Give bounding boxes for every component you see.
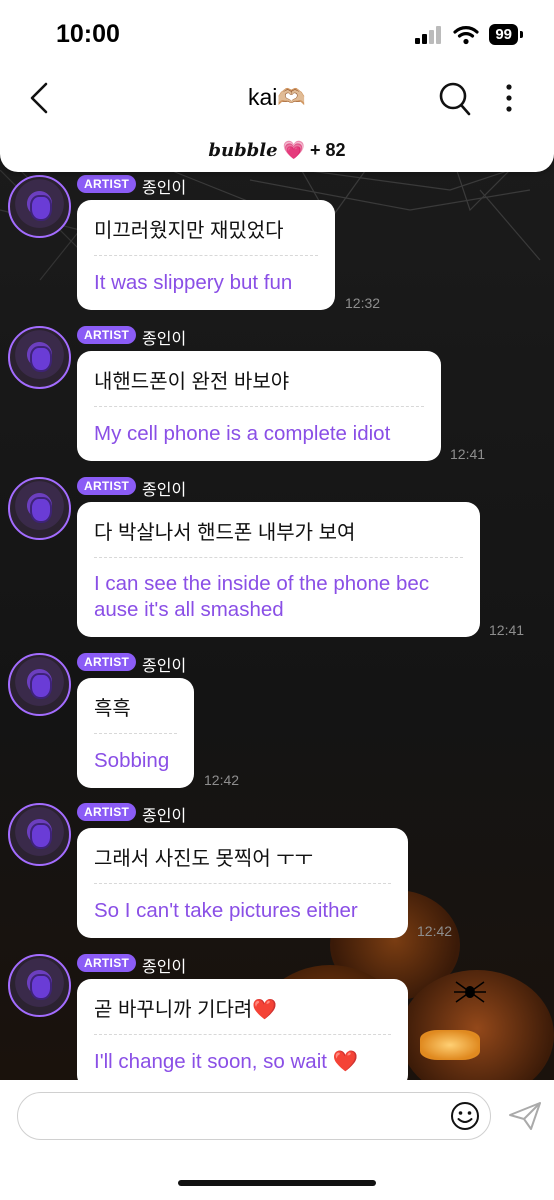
mask-icon: [30, 673, 52, 699]
bubble-count: + 82: [310, 140, 346, 160]
send-icon[interactable]: [507, 1100, 543, 1132]
home-indicator: [178, 1180, 376, 1186]
message-text: 미끄러웠지만 재밌었다: [94, 220, 284, 242]
mask-icon: [30, 346, 52, 372]
message-bubble[interactable]: 다 박살나서 핸드폰 내부가 보여 I can see the inside o…: [77, 502, 480, 637]
chat-header: 10:00 99 kai🫶🏼 bubble 💗 + 82: [0, 0, 554, 172]
sender-name: 종인이: [142, 959, 187, 976]
message-translation: So I can't take pictures either: [94, 899, 358, 922]
message-text: 내핸드폰이 완전 바보야: [94, 371, 290, 393]
spider-icon: [454, 981, 486, 1003]
sender-name: 종인이: [142, 482, 187, 499]
more-vertical-icon[interactable]: [498, 82, 520, 116]
message-text: 다 박살나서 핸드폰 내부가 보여: [94, 522, 356, 544]
message-time: 12:32: [345, 295, 381, 311]
sender-name: 종인이: [142, 180, 187, 197]
artist-badge: ARTIST: [77, 477, 137, 495]
message-bubble[interactable]: 흑흑 Sobbing: [77, 678, 194, 788]
message-time: 12:41: [489, 622, 525, 638]
sender-name: 종인이: [142, 658, 187, 675]
artist-badge: ARTIST: [77, 954, 137, 972]
sender-name: 종인이: [142, 331, 187, 348]
status-time: 10:00: [56, 20, 120, 48]
search-icon[interactable]: [438, 80, 472, 118]
avatar[interactable]: [8, 326, 71, 389]
mask-icon: [30, 195, 52, 221]
divider: [94, 255, 318, 256]
message-translation: It was slippery but fun: [94, 271, 293, 294]
message-translation: I can see the inside of the phone bec au…: [94, 572, 430, 621]
divider: [94, 1034, 391, 1035]
bubble-banner: bubble 💗 + 82: [0, 140, 554, 161]
message-text: 흑흑: [94, 698, 131, 720]
mask-icon: [30, 974, 52, 1000]
avatar[interactable]: [8, 954, 71, 1017]
artist-badge: ARTIST: [77, 653, 137, 671]
avatar[interactable]: [8, 653, 71, 716]
signal-icon: [415, 25, 442, 44]
message-text: 그래서 사진도 못찍어 ㅜㅜ: [94, 848, 314, 870]
smile-icon[interactable]: [450, 1101, 480, 1131]
avatar[interactable]: [8, 477, 71, 540]
message-text: 곧 바꾸니까 기다려❤️: [94, 999, 278, 1021]
message-time: 12:42: [204, 772, 240, 788]
status-icons: 99: [415, 24, 523, 45]
message-bubble[interactable]: 내핸드폰이 완전 바보야 My cell phone is a complete…: [77, 351, 441, 461]
message-time: 12:42: [417, 923, 453, 939]
composer-bar: [0, 1080, 554, 1200]
artist-badge: ARTIST: [77, 803, 137, 821]
message-bubble[interactable]: 미끄러웠지만 재밌었다 It was slippery but fun: [77, 200, 335, 310]
artist-badge: ARTIST: [77, 326, 137, 344]
mask-icon: [30, 823, 52, 849]
avatar[interactable]: [8, 803, 71, 866]
message-input[interactable]: [17, 1092, 491, 1140]
divider: [94, 733, 177, 734]
wifi-icon: [453, 25, 479, 44]
bubble-brand: bubble: [208, 140, 278, 161]
avatar[interactable]: [8, 175, 71, 238]
message-translation: I'll change it soon, so wait ❤️: [94, 1050, 359, 1073]
message-translation: My cell phone is a complete idiot: [94, 422, 391, 445]
pumpkin-glow: [420, 1030, 480, 1060]
mask-icon: [30, 497, 52, 523]
battery-indicator: 99: [489, 24, 523, 45]
message-bubble[interactable]: 그래서 사진도 못찍어 ㅜㅜ So I can't take pictures …: [77, 828, 408, 938]
divider: [94, 883, 391, 884]
message-bubble[interactable]: 곧 바꾸니까 기다려❤️ I'll change it soon, so wai…: [77, 979, 408, 1089]
divider: [94, 406, 424, 407]
heart-icon: 💗: [282, 140, 305, 160]
sender-name: 종인이: [142, 808, 187, 825]
message-time: 12:41: [450, 446, 486, 462]
message-translation: Sobbing: [94, 749, 170, 772]
divider: [94, 557, 463, 558]
artist-badge: ARTIST: [77, 175, 137, 193]
